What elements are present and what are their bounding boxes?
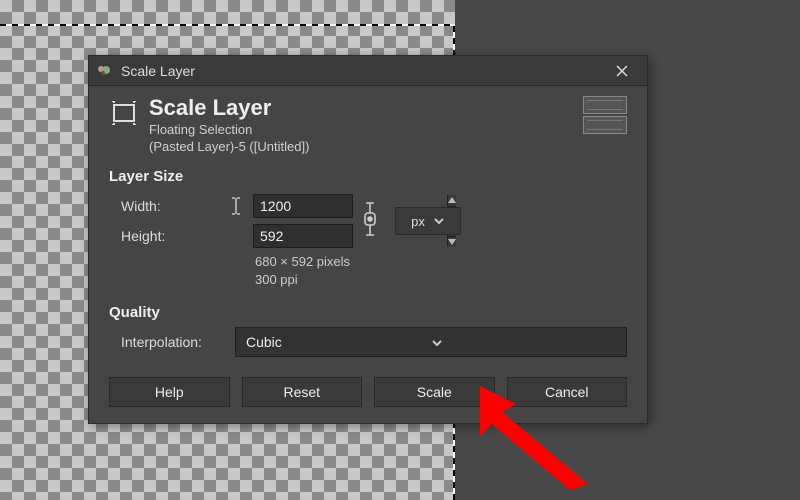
aspect-link-icon[interactable] xyxy=(359,199,381,244)
quality-heading: Quality xyxy=(109,304,627,321)
header-sub2: (Pasted Layer)-5 ([Untitled]) xyxy=(149,139,309,154)
layer-thumbnail xyxy=(583,96,627,134)
dialog-titlebar[interactable]: Scale Layer xyxy=(89,56,647,86)
height-label: Height: xyxy=(109,228,219,244)
header-title: Scale Layer xyxy=(149,96,309,120)
reset-button[interactable]: Reset xyxy=(242,377,363,407)
width-label: Width: xyxy=(109,198,219,214)
interpolation-value: Cubic xyxy=(246,334,431,350)
app-icon xyxy=(95,62,113,80)
height-input[interactable] xyxy=(253,224,353,248)
chevron-down-icon xyxy=(433,215,445,227)
resolution: 300 ppi xyxy=(255,271,627,289)
unit-value: px xyxy=(411,214,425,229)
scale-layer-dialog: Scale Layer Scale Layer Floating Selecti… xyxy=(88,55,648,424)
text-cursor-icon xyxy=(229,197,243,218)
pixel-dims: 680 × 592 pixels xyxy=(255,253,627,271)
help-button[interactable]: Help xyxy=(109,377,230,407)
dialog-title: Scale Layer xyxy=(121,63,603,79)
height-step-down[interactable] xyxy=(448,237,456,248)
interpolation-dropdown[interactable]: Cubic xyxy=(235,327,627,357)
header-sub1: Floating Selection xyxy=(149,122,309,137)
layer-frame-icon xyxy=(109,100,139,126)
close-button[interactable] xyxy=(603,60,641,82)
width-input[interactable] xyxy=(253,194,353,218)
chevron-down-icon xyxy=(431,336,616,348)
unit-dropdown[interactable]: px xyxy=(395,207,461,235)
cancel-button[interactable]: Cancel xyxy=(507,377,628,407)
width-step-up[interactable] xyxy=(448,195,456,207)
interpolation-label: Interpolation: xyxy=(109,334,235,350)
layer-size-heading: Layer Size xyxy=(109,168,627,185)
scale-button[interactable]: Scale xyxy=(374,377,495,407)
